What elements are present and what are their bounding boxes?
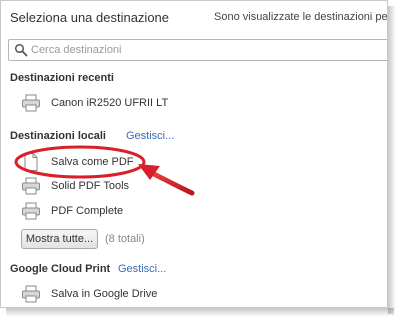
destination-pdf-complete[interactable]: PDF Complete — [21, 202, 241, 222]
local-section-title: Destinazioni locali — [10, 130, 106, 142]
dialog-shadow-bottom — [6, 308, 394, 317]
dialog-shadow-right — [388, 6, 396, 314]
destination-google-drive[interactable]: Salva in Google Drive — [21, 285, 241, 305]
manage-cloud-link[interactable]: Gestisci... — [118, 263, 166, 275]
destination-label: PDF Complete — [51, 205, 124, 217]
destination-save-as-pdf[interactable]: Salva come PDF — [21, 153, 241, 173]
recent-section-title: Destinazioni recenti — [10, 72, 114, 84]
printer-icon — [22, 177, 40, 195]
account-hint: Sono visualizzate le destinazioni per an… — [214, 11, 388, 23]
dialog-title: Seleziona una destinazione — [10, 10, 170, 25]
destination-solid-pdf-tools[interactable]: Solid PDF Tools — [21, 177, 241, 197]
search-box[interactable] — [8, 39, 387, 61]
cloud-section-title: Google Cloud Print — [10, 263, 111, 275]
destination-label: Canon iR2520 UFRII LT — [51, 97, 169, 109]
search-input[interactable] — [31, 41, 381, 59]
destination-label: Salva come PDF — [51, 156, 134, 168]
destination-canon[interactable]: Canon iR2520 UFRII LT — [21, 94, 241, 114]
total-count: (8 totali) — [105, 233, 145, 245]
show-all-button[interactable]: Mostra tutte... — [21, 229, 98, 249]
destination-dialog: Seleziona una destinazione Sono visualiz… — [0, 0, 388, 308]
printer-icon — [22, 94, 40, 112]
destination-label: Salva in Google Drive — [51, 288, 158, 300]
document-icon — [24, 153, 38, 171]
printer-icon — [22, 285, 40, 303]
manage-local-link[interactable]: Gestisci... — [126, 130, 174, 142]
printer-icon — [22, 202, 40, 220]
destination-label: Solid PDF Tools — [51, 180, 130, 192]
search-icon — [14, 43, 28, 57]
